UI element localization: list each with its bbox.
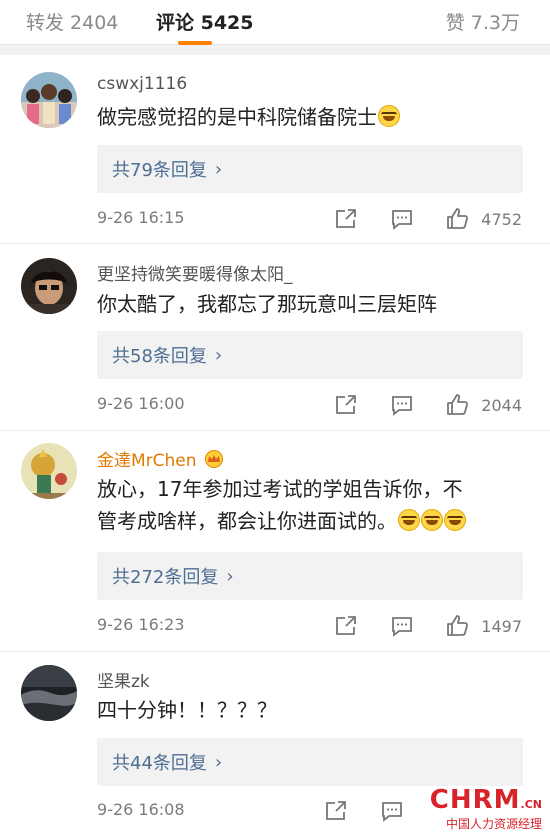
replies-link[interactable]: 共79条回复 › <box>97 145 523 193</box>
share-icon[interactable] <box>334 207 358 231</box>
username[interactable]: 更坚持微笑要暖得像太阳_ <box>97 260 293 285</box>
like-count: 1497 <box>481 616 522 636</box>
share-icon[interactable] <box>334 393 358 417</box>
comment-text: 做完感觉招的是中科院储备院士 <box>97 101 520 133</box>
laugh-cry-emoji-icon <box>398 509 420 531</box>
active-tab-indicator <box>178 41 212 45</box>
comment-tabs: 转发 2404 评论 5425 赞 7.3万 <box>0 0 550 45</box>
timestamp: 9-26 16:00 <box>97 394 185 413</box>
avatar[interactable] <box>21 72 77 128</box>
avatar[interactable] <box>21 665 77 721</box>
thumbs-up-icon[interactable] <box>446 207 470 231</box>
username[interactable]: cswxj1116 <box>97 74 187 94</box>
chevron-right-icon: › <box>214 344 223 366</box>
timestamp: 9-26 16:08 <box>97 800 185 819</box>
timestamp: 9-26 16:23 <box>97 615 185 634</box>
comment-icon[interactable] <box>390 393 414 417</box>
laugh-cry-emoji-icon <box>421 509 443 531</box>
chevron-right-icon: › <box>214 751 223 773</box>
replies-link[interactable]: 共44条回复 › <box>97 738 523 786</box>
tab-repost[interactable]: 转发 2404 <box>26 8 118 35</box>
comment-icon[interactable] <box>390 614 414 638</box>
watermark-logo: CHRM.CN 中国人力资源经理 <box>429 785 542 831</box>
like-count: 2044 <box>481 395 522 415</box>
laugh-cry-emoji-icon <box>378 105 400 127</box>
avatar[interactable] <box>21 258 77 314</box>
divider <box>0 243 550 244</box>
like-count: 4752 <box>481 209 522 229</box>
chevron-right-icon: › <box>214 158 223 180</box>
divider <box>0 430 550 431</box>
comment-text: 你太酷了，我都忘了那玩意叫三层矩阵 <box>97 292 437 316</box>
comment-text: 放心，17年参加过考试的学姐告诉你，不 管考成啥样，都会让你进面试的。 <box>97 473 520 537</box>
username[interactable]: 金達MrChen <box>97 446 225 471</box>
comment-icon[interactable] <box>380 799 404 823</box>
comment-meta: 9-26 16:00 2044 <box>97 391 522 419</box>
comment-meta: 9-26 16:15 4752 <box>97 205 522 233</box>
thumbs-up-icon[interactable] <box>446 614 470 638</box>
comment-icon[interactable] <box>390 207 414 231</box>
vip-crown-icon <box>204 450 223 468</box>
laugh-cry-emoji-icon <box>444 509 466 531</box>
thumbs-up-icon[interactable] <box>446 393 470 417</box>
tab-likes[interactable]: 赞 7.3万 <box>446 8 520 35</box>
comment-text: 四十分钟！！？？？ <box>97 698 277 722</box>
section-gap <box>0 45 550 55</box>
tab-comments[interactable]: 评论 5425 <box>156 8 254 35</box>
replies-link[interactable]: 共58条回复 › <box>97 331 523 379</box>
replies-link[interactable]: 共272条回复 › <box>97 552 523 600</box>
timestamp: 9-26 16:15 <box>97 208 185 227</box>
comment-meta: 9-26 16:23 1497 <box>97 612 522 640</box>
divider <box>0 651 550 652</box>
avatar[interactable] <box>21 443 77 499</box>
share-icon[interactable] <box>324 799 348 823</box>
chevron-right-icon: › <box>226 565 234 587</box>
username[interactable]: 坚果zk <box>97 667 150 692</box>
share-icon[interactable] <box>334 614 358 638</box>
